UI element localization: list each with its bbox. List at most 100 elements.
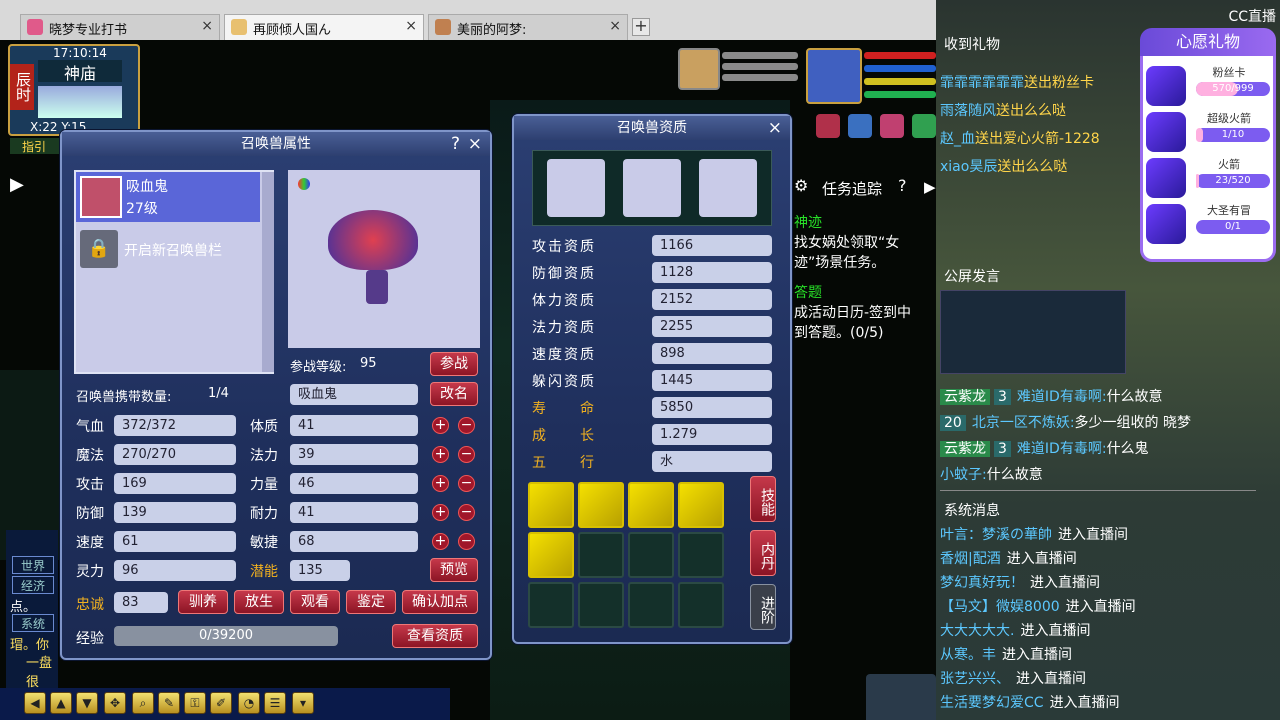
tame-button[interactable]: 驯养 — [178, 590, 228, 614]
unlock-slot-label[interactable]: 开启新召唤兽栏 — [124, 240, 222, 260]
gift-sender[interactable]: 赵_血 — [940, 131, 975, 147]
skill-slot[interactable] — [678, 482, 724, 528]
lock-icon[interactable]: ⚿ — [184, 692, 206, 714]
skill-slot[interactable] — [578, 582, 624, 628]
viewer-name[interactable]: 张艺兴兴、 — [940, 671, 1010, 687]
arrow-up-icon[interactable]: ▲ — [50, 692, 72, 714]
preview-button[interactable]: 预览 — [430, 558, 478, 582]
skill-slot[interactable] — [578, 532, 624, 578]
help-icon[interactable]: ? — [451, 134, 460, 154]
gift-sender[interactable]: xiao昊辰 — [940, 159, 997, 175]
minus-button[interactable]: − — [458, 417, 475, 434]
minus-button[interactable]: − — [458, 475, 475, 492]
chat-bubble-icon[interactable]: ◔ — [238, 692, 260, 714]
minimap[interactable]: 17:10:14 神庙 辰时 X:22 Y:15 — [8, 44, 140, 136]
viewer-name[interactable]: 梦幻真好玩！ — [940, 575, 1024, 591]
attr-value[interactable]: 41 — [290, 415, 418, 436]
player-portrait[interactable] — [806, 48, 862, 104]
pet-portrait[interactable] — [678, 48, 720, 90]
viewer-name[interactable]: 【马文】微娱8000 — [940, 599, 1060, 615]
channel-economy[interactable]: 经济 — [12, 576, 54, 594]
battle-button[interactable]: 参战 — [430, 352, 478, 376]
browser-tab-3[interactable]: 美丽的阿梦: × — [428, 14, 628, 40]
viewer-name[interactable]: 香烟|配酒 — [940, 551, 1001, 567]
skill-slot[interactable] — [528, 582, 574, 628]
skill-slot[interactable] — [628, 532, 674, 578]
plus-button[interactable]: + — [432, 446, 449, 463]
watch-button[interactable]: 观看 — [290, 590, 340, 614]
chat-username[interactable]: 难道ID有毒啊: — [1017, 389, 1107, 405]
pet-name-field[interactable]: 吸血鬼 — [290, 384, 418, 405]
skill-slot[interactable] — [628, 582, 674, 628]
pencil-icon[interactable]: ✐ — [210, 692, 232, 714]
chat-username[interactable]: 难道ID有毒啊: — [1017, 441, 1107, 457]
arrow-left-icon[interactable]: ◀ — [24, 692, 46, 714]
view-aptitude-button[interactable]: 查看资质 — [392, 624, 478, 648]
move-icon[interactable]: ✥ — [104, 692, 126, 714]
tab-advance[interactable]: 进阶 — [750, 584, 776, 630]
equip-slot-3[interactable] — [699, 159, 757, 217]
chat-username[interactable]: 小蚊子: — [940, 467, 987, 483]
chat-image[interactable] — [940, 290, 1126, 374]
new-tab-button[interactable]: + — [632, 18, 650, 36]
close-icon[interactable]: × — [609, 18, 621, 34]
skill-slot[interactable] — [528, 532, 574, 578]
plus-button[interactable]: + — [432, 417, 449, 434]
search-icon[interactable]: ⌕ — [132, 692, 154, 714]
identify-button[interactable]: 鉴定 — [346, 590, 396, 614]
guide-button[interactable]: 指引 — [10, 138, 62, 154]
gift-sender[interactable]: 霏霏霏霏霏霏 — [940, 75, 1024, 91]
tab-skills[interactable]: 技能 — [750, 476, 776, 522]
orb-icon[interactable] — [912, 114, 936, 138]
viewer-name[interactable]: 叶言：梦溪の華帥 — [940, 527, 1052, 543]
dropdown-icon[interactable]: ▾ — [292, 692, 314, 714]
viewer-name[interactable]: 生活要梦幻爱CC — [940, 695, 1044, 711]
channel-world[interactable]: 世界 — [12, 556, 54, 574]
browser-tab-2[interactable]: 再顾倾人国ん × — [224, 14, 424, 40]
close-icon[interactable]: × — [768, 118, 782, 138]
skill-slot[interactable] — [628, 482, 674, 528]
plus-button[interactable]: + — [432, 504, 449, 521]
task-line[interactable]: 答题 — [794, 282, 822, 302]
close-icon[interactable]: × — [405, 18, 417, 34]
viewer-name[interactable]: 从寒。丰 — [940, 647, 996, 663]
heart-icon[interactable] — [816, 114, 840, 138]
minus-button[interactable]: − — [458, 533, 475, 550]
edit-icon[interactable]: ✎ — [158, 692, 180, 714]
close-icon[interactable]: × — [468, 134, 482, 154]
wish-item[interactable]: 超级火箭 1/10 — [1146, 110, 1270, 154]
confirm-points-button[interactable]: 确认加点 — [402, 590, 478, 614]
equip-slot-2[interactable] — [623, 159, 681, 217]
chat-username[interactable]: 北京一区不炼妖: — [972, 415, 1075, 431]
pet-list-item[interactable]: 吸血鬼 27级 — [76, 172, 260, 222]
wish-item[interactable]: 粉丝卡 570/999 — [1146, 64, 1270, 108]
skill-slot[interactable] — [528, 482, 574, 528]
wish-item[interactable]: 大圣有冒 0/1 — [1146, 202, 1270, 246]
rename-button[interactable]: 改名 — [430, 382, 478, 406]
browser-tab-1[interactable]: 晓梦专业打书 × — [20, 14, 220, 40]
tab-inner-dan[interactable]: 内丹 — [750, 530, 776, 576]
task-line[interactable]: 找女娲处领取“女 — [794, 232, 899, 252]
viewer-name[interactable]: 大大大大大. — [940, 623, 1014, 639]
help-icon[interactable]: ? — [898, 176, 907, 195]
scrollbar[interactable] — [262, 172, 274, 372]
plus-button[interactable]: + — [432, 475, 449, 492]
close-icon[interactable]: × — [201, 18, 213, 34]
minus-button[interactable]: − — [458, 446, 475, 463]
plus-button[interactable]: + — [432, 533, 449, 550]
wish-item[interactable]: 火箭 23/520 — [1146, 156, 1270, 200]
task-line[interactable]: 神迹 — [794, 212, 822, 232]
attr-value[interactable]: 68 — [290, 531, 418, 552]
release-button[interactable]: 放生 — [234, 590, 284, 614]
skill-slot[interactable] — [578, 482, 624, 528]
gear-icon[interactable]: ⚙ — [794, 176, 808, 195]
gem-icon[interactable] — [848, 114, 872, 138]
equip-slot-1[interactable] — [547, 159, 605, 217]
building-icon[interactable] — [866, 674, 936, 720]
color-icon[interactable] — [298, 178, 310, 190]
attr-value[interactable]: 41 — [290, 502, 418, 523]
attr-value[interactable]: 39 — [290, 444, 418, 465]
channel-system[interactable]: 系统 — [12, 614, 54, 632]
flower-icon[interactable] — [880, 114, 904, 138]
skill-slot[interactable] — [678, 582, 724, 628]
